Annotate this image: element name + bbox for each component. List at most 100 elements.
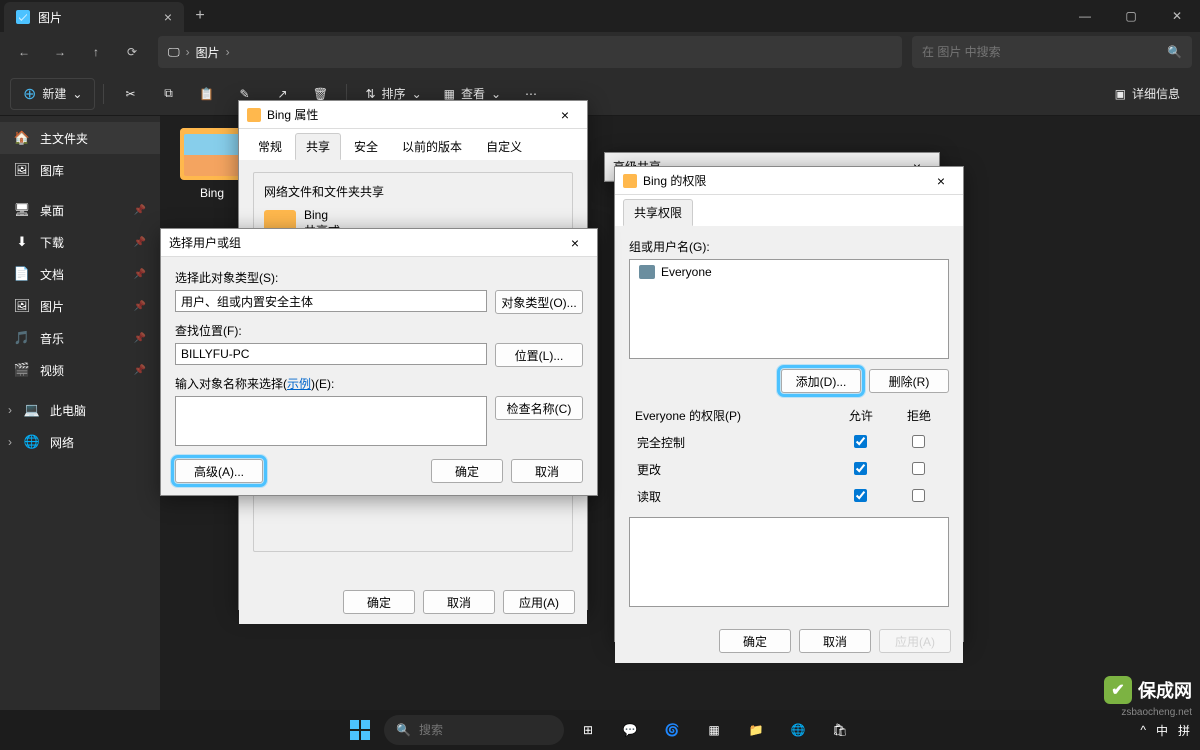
breadcrumb-item[interactable]: 图片 xyxy=(196,44,220,61)
new-button[interactable]: ⊕新建⌄ xyxy=(10,78,95,110)
group-users-label: 组或用户名(G): xyxy=(629,238,949,255)
example-link[interactable]: 示例 xyxy=(287,377,311,391)
cancel-button[interactable]: 取消 xyxy=(423,590,495,614)
system-tray[interactable]: ^ 中 拼 xyxy=(1140,722,1190,739)
tab-security[interactable]: 安全 xyxy=(343,133,389,160)
read-allow-checkbox[interactable] xyxy=(854,489,867,502)
perm-label: Everyone 的权限(P) xyxy=(631,403,831,428)
list-item-everyone[interactable]: Everyone xyxy=(635,263,943,281)
perm-full-label: 完全控制 xyxy=(631,430,831,455)
folder-icon xyxy=(180,128,244,180)
sidebar-item-downloads[interactable]: ⬇下载📌 xyxy=(0,226,160,258)
taskbar-search[interactable]: 🔍 xyxy=(384,715,564,745)
label: 下载 xyxy=(40,234,64,251)
sidebar-item-this-pc[interactable]: ›💻此电脑 xyxy=(0,394,160,426)
task-view-button[interactable]: ⊞ xyxy=(570,712,606,748)
chevron-down-icon: ⌄ xyxy=(72,87,82,101)
taskbar-store[interactable]: 🛍 xyxy=(822,712,858,748)
tab-general[interactable]: 常规 xyxy=(247,133,293,160)
sidebar-item-documents[interactable]: 📄文档📌 xyxy=(0,258,160,290)
object-names-textarea[interactable] xyxy=(175,396,487,446)
cancel-button[interactable]: 取消 xyxy=(511,459,583,483)
perm-change-label: 更改 xyxy=(631,457,831,482)
read-deny-checkbox[interactable] xyxy=(912,489,925,502)
toolbar: ⊕新建⌄ ✂ ⧉ 📋 ✎ ↗ 🗑 ⇅ 排序 ⌄ ▦ 查看 ⌄ ⋯ ▣ 详细信息 xyxy=(0,72,1200,116)
back-button[interactable]: ← xyxy=(8,36,40,68)
pin-icon: 📌 xyxy=(134,301,146,312)
pc-icon: 💻 xyxy=(24,402,40,418)
permissions-listbox[interactable] xyxy=(629,517,949,607)
full-deny-checkbox[interactable] xyxy=(912,435,925,448)
up-button[interactable]: ↑ xyxy=(80,36,112,68)
sidebar-item-music[interactable]: 🎵音乐📌 xyxy=(0,322,160,354)
close-icon[interactable]: × xyxy=(551,107,579,123)
titlebar: 图片 × + — ▢ ✕ xyxy=(0,0,1200,32)
add-button[interactable]: 添加(D)... xyxy=(781,369,861,393)
ok-button[interactable]: 确定 xyxy=(343,590,415,614)
taskbar-app[interactable]: ▦ xyxy=(696,712,732,748)
network-icon: 🌐 xyxy=(24,434,40,450)
taskbar-app[interactable]: 🌀 xyxy=(654,712,690,748)
change-deny-checkbox[interactable] xyxy=(912,462,925,475)
sidebar-item-network[interactable]: ›🌐网络 xyxy=(0,426,160,458)
taskbar-app[interactable]: 💬 xyxy=(612,712,648,748)
taskbar: 🔍 ⊞ 💬 🌀 ▦ 📁 🌐 🛍 ^ 中 拼 xyxy=(0,710,1200,750)
start-button[interactable] xyxy=(342,712,378,748)
apply-button[interactable]: 应用(A) xyxy=(879,629,951,653)
chevron-right-icon: › xyxy=(8,435,20,449)
ime-mode[interactable]: 拼 xyxy=(1178,722,1190,739)
check-names-button[interactable]: 检查名称(C) xyxy=(495,396,583,420)
download-icon: ⬇ xyxy=(14,234,30,250)
users-listbox[interactable]: Everyone xyxy=(629,259,949,359)
cancel-button[interactable]: 取消 xyxy=(799,629,871,653)
full-allow-checkbox[interactable] xyxy=(854,435,867,448)
apply-button[interactable]: 应用(A) xyxy=(503,590,575,614)
tab-previous[interactable]: 以前的版本 xyxy=(391,133,473,160)
refresh-button[interactable]: ⟳ xyxy=(116,36,148,68)
copy-button[interactable]: ⧉ xyxy=(150,78,186,110)
close-tab-icon[interactable]: × xyxy=(164,9,172,25)
change-allow-checkbox[interactable] xyxy=(854,462,867,475)
tab-share-permissions[interactable]: 共享权限 xyxy=(623,199,693,226)
ime-indicator[interactable]: 中 xyxy=(1156,722,1168,739)
monitor-icon: 🖵 xyxy=(168,45,180,60)
forward-button[interactable]: → xyxy=(44,36,76,68)
paste-button[interactable]: 📋 xyxy=(188,78,224,110)
sidebar-item-home[interactable]: 🏠主文件夹 xyxy=(0,122,160,154)
watermark-url: zsbaocheng.net xyxy=(1121,707,1192,718)
advanced-button[interactable]: 高级(A)... xyxy=(175,459,263,483)
close-window-button[interactable]: ✕ xyxy=(1154,0,1200,32)
tray-chevron-icon[interactable]: ^ xyxy=(1140,723,1146,737)
dialog-buttons: 确定 取消 应用(A) xyxy=(239,580,587,624)
close-icon[interactable]: × xyxy=(927,173,955,189)
tab-custom[interactable]: 自定义 xyxy=(475,133,533,160)
sidebar-item-desktop[interactable]: 🖥桌面📌 xyxy=(0,194,160,226)
dialog-titlebar[interactable]: Bing 的权限 × xyxy=(615,167,963,195)
tab-sharing[interactable]: 共享 xyxy=(295,133,341,160)
taskbar-search-input[interactable] xyxy=(419,723,574,737)
close-icon[interactable]: × xyxy=(561,235,589,251)
dialog-titlebar[interactable]: Bing 属性 × xyxy=(239,101,587,129)
window-tab[interactable]: 图片 × xyxy=(4,2,184,32)
address-bar[interactable]: 🖵 › 图片 › xyxy=(158,36,902,68)
taskbar-explorer[interactable]: 📁 xyxy=(738,712,774,748)
sidebar-item-pictures[interactable]: 🖼图片📌 xyxy=(0,290,160,322)
new-tab-button[interactable]: + xyxy=(184,0,216,32)
object-types-button[interactable]: 对象类型(O)... xyxy=(495,290,583,314)
sidebar-item-gallery[interactable]: 🖼图库 xyxy=(0,154,160,186)
folder-icon xyxy=(247,108,261,122)
sidebar-item-videos[interactable]: 🎬视频📌 xyxy=(0,354,160,386)
details-pane-button[interactable]: ▣ 详细信息 xyxy=(1105,78,1190,110)
search-box[interactable]: 🔍 xyxy=(912,36,1192,68)
taskbar-edge[interactable]: 🌐 xyxy=(780,712,816,748)
minimize-button[interactable]: — xyxy=(1062,0,1108,32)
ok-button[interactable]: 确定 xyxy=(719,629,791,653)
locations-button[interactable]: 位置(L)... xyxy=(495,343,583,367)
maximize-button[interactable]: ▢ xyxy=(1108,0,1154,32)
ok-button[interactable]: 确定 xyxy=(431,459,503,483)
dialog-titlebar[interactable]: 选择用户或组 × xyxy=(161,229,597,257)
sidebar: 🏠主文件夹 🖼图库 🖥桌面📌 ⬇下载📌 📄文档📌 🖼图片📌 🎵音乐📌 🎬视频📌 … xyxy=(0,116,160,726)
search-input[interactable] xyxy=(922,45,1159,59)
cut-button[interactable]: ✂ xyxy=(112,78,148,110)
remove-button[interactable]: 删除(R) xyxy=(869,369,949,393)
